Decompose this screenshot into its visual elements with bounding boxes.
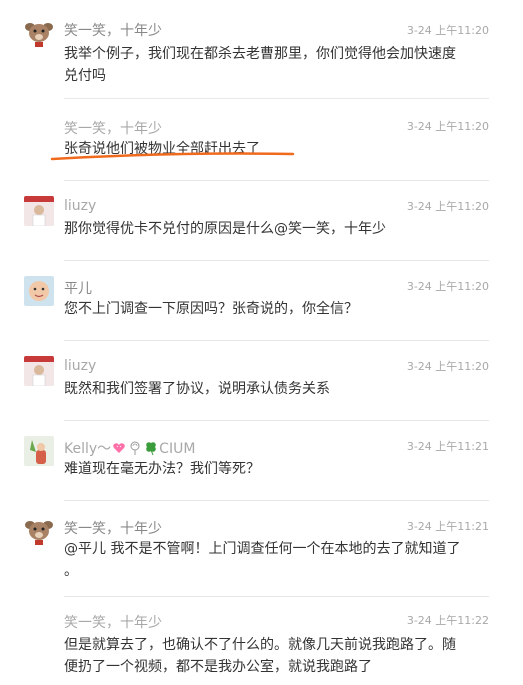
username[interactable]: liuzy: [64, 358, 96, 374]
message-text: 我举个例子，我们现在都杀去老曹那里，你们觉得他会加快速度 兑付吗: [64, 43, 484, 87]
text-line: @平儿 我不是不管啊！上门调查任何一个在本地的去了就知道了: [64, 541, 461, 557]
message-text: 既然和我们签署了协议，说明承认债务关系: [64, 378, 484, 400]
heart-emoji: [113, 443, 125, 453]
lollipop-emoji: [130, 441, 140, 455]
timestamp: 3-24 上午11:22: [406, 614, 489, 627]
text-line: 兑付吗: [64, 68, 106, 84]
clover-emoji: [146, 442, 156, 455]
text-line: 但是就算去了，也确认不了什么的。就像几天前说我跑路了。随: [64, 637, 456, 653]
text-line: 。: [64, 563, 78, 579]
message-text: 难道现在毫无办法？我们等死？: [64, 458, 484, 480]
username[interactable]: liuzy: [64, 198, 96, 214]
divider: [64, 260, 489, 261]
kelly-avatar[interactable]: [24, 436, 54, 466]
username-suffix: CIUM: [159, 441, 196, 457]
timestamp: 3-24 上午11:21: [406, 520, 489, 533]
text-line: 我举个例子，我们现在都杀去老曹那里，你们觉得他会加快速度: [64, 46, 456, 62]
username[interactable]: 笑一笑，十年少: [64, 20, 162, 40]
timestamp: 3-24 上午11:21: [406, 440, 489, 453]
username[interactable]: 笑一笑，十年少: [64, 518, 162, 538]
text-line: 那你觉得优卡不兑付的原因是什么@笑一笑，十年少: [64, 221, 386, 237]
username[interactable]: Kelly～ CIUM: [64, 438, 195, 458]
message-text: 但是就算去了，也确认不了什么的。就像几天前说我跑路了。随 便扔了一个视频，都不是…: [64, 634, 484, 678]
timestamp: 3-24 上午11:20: [406, 120, 489, 133]
username[interactable]: 笑一笑，十年少: [64, 612, 162, 632]
pig-avatar[interactable]: [24, 516, 54, 546]
text-line: 既然和我们签署了协议，说明承认债务关系: [64, 381, 330, 397]
timestamp: 3-24 上午11:20: [406, 280, 489, 293]
pig-avatar[interactable]: [24, 18, 54, 48]
divider: [64, 340, 489, 341]
timestamp: 3-24 上午11:20: [406, 200, 489, 213]
liuzy-avatar[interactable]: [24, 196, 54, 226]
highlight-underline: [50, 152, 295, 161]
timestamp: 3-24 上午11:20: [406, 24, 489, 37]
text-line: 难道现在毫无办法？我们等死？: [64, 461, 260, 477]
divider: [64, 500, 489, 501]
timestamp: 3-24 上午11:20: [406, 360, 489, 373]
baby-avatar[interactable]: [24, 276, 54, 306]
divider: [64, 180, 489, 181]
divider: [64, 420, 489, 421]
username[interactable]: 笑一笑，十年少: [64, 118, 162, 138]
username[interactable]: 平儿: [64, 278, 92, 298]
divider: [64, 596, 489, 597]
liuzy-avatar[interactable]: [24, 356, 54, 386]
text-line: 便扔了一个视频，都不是我办公室，就说我跑路了: [64, 659, 372, 675]
message-text: @平儿 我不是不管啊！上门调查任何一个在本地的去了就知道了 。: [64, 538, 484, 582]
message-text: 您不上门调查一下原因吗？张奇说的，你全信？: [64, 298, 484, 320]
text-line: 您不上门调查一下原因吗？张奇说的，你全信？: [64, 301, 358, 317]
divider: [64, 98, 489, 99]
message-text: 那你觉得优卡不兑付的原因是什么@笑一笑，十年少: [64, 218, 484, 240]
username-prefix: Kelly～: [64, 441, 112, 457]
